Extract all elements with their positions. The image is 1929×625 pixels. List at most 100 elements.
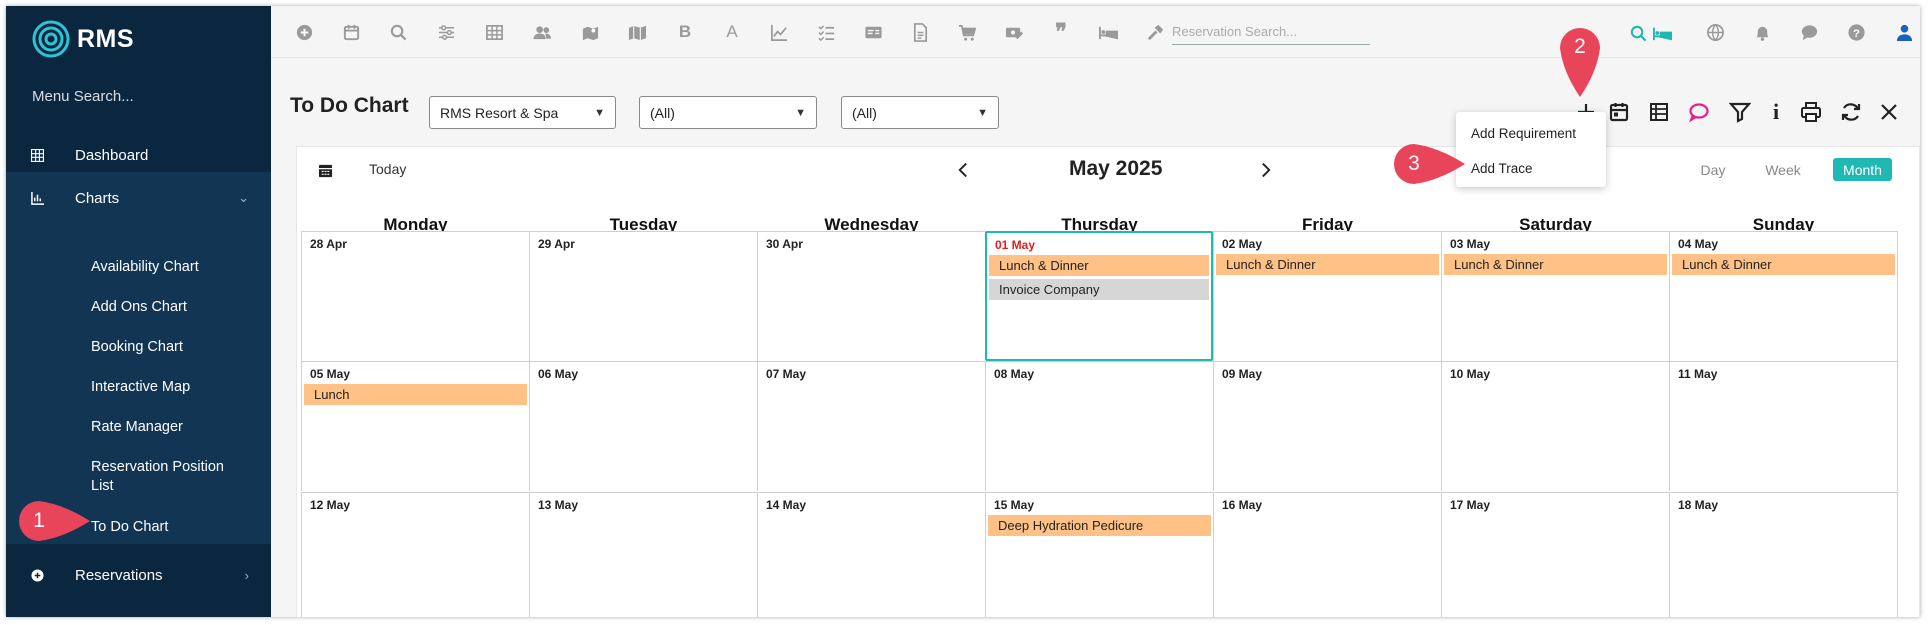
file-icon[interactable] (909, 21, 931, 43)
print-icon[interactable] (1798, 99, 1824, 125)
grid-icon[interactable] (483, 21, 505, 43)
plus-circle-icon[interactable] (293, 21, 315, 43)
bold-icon[interactable]: B (674, 21, 696, 43)
refresh-icon[interactable] (1838, 99, 1864, 125)
chart-icon (29, 190, 45, 206)
calendar-event[interactable]: Lunch & Dinner (989, 255, 1209, 276)
map-icon[interactable] (626, 21, 648, 43)
day-number: 16 May (1222, 498, 1263, 512)
calendar-day-cell[interactable]: 09 May (1213, 361, 1441, 491)
calendar-day-cell[interactable]: 13 May (529, 492, 757, 617)
checklist-icon[interactable] (815, 21, 837, 43)
day-number: 06 May (538, 367, 579, 381)
calendar-day-cell[interactable]: 08 May (985, 361, 1213, 491)
calendar-event[interactable]: Lunch & Dinner (1216, 254, 1439, 275)
chevron-down-icon: ▼ (795, 106, 806, 119)
day-number: 29 Apr (538, 237, 575, 251)
calendar-day-cell[interactable]: 28 Apr (301, 231, 529, 361)
callout-3-number: 3 (1408, 152, 1420, 175)
calendar-day-cell[interactable]: 02 May Lunch & Dinner (1213, 231, 1441, 361)
calendar-event[interactable]: Lunch (304, 384, 527, 405)
reservation-search-input[interactable]: Reservation Search... (1172, 21, 1370, 45)
comment-icon[interactable] (1686, 99, 1712, 125)
bed-search-icon[interactable] (1651, 22, 1673, 44)
cart-icon[interactable] (956, 21, 978, 43)
add-requirement-menu-item[interactable]: Add Requirement (1471, 126, 1576, 141)
quote-icon[interactable]: ❞ (1050, 19, 1072, 44)
bell-icon[interactable] (1751, 21, 1773, 43)
submenu-item-booking-chart[interactable]: Booking Chart (91, 338, 183, 357)
user-icon[interactable] (1893, 21, 1915, 43)
filter-select-1[interactable]: (All) ▼ (639, 96, 817, 129)
view-week-button[interactable]: Week (1760, 158, 1806, 181)
calendar-day-cell[interactable]: 12 May (301, 492, 529, 617)
chevron-right-icon[interactable] (1257, 158, 1275, 182)
calendar-day-cell[interactable]: 05 May Lunch (301, 361, 529, 491)
calendar-event[interactable]: Lunch & Dinner (1672, 254, 1895, 275)
calendar-day-cell[interactable]: 18 May (1669, 492, 1898, 617)
users-icon[interactable] (531, 21, 553, 43)
calendar-icon[interactable] (340, 21, 362, 43)
property-select[interactable]: RMS Resort & Spa ▼ (429, 96, 616, 129)
calendar-day-cell[interactable]: 17 May (1441, 492, 1669, 617)
search-icon[interactable] (1627, 22, 1649, 44)
id-card-icon[interactable] (862, 21, 884, 43)
day-number: 03 May (1450, 237, 1491, 251)
chat-icon[interactable] (1798, 21, 1820, 43)
globe-icon[interactable] (1704, 21, 1726, 43)
line-chart-icon[interactable] (768, 21, 790, 43)
submenu-item-availability-chart[interactable]: Availability Chart (91, 258, 199, 277)
submenu-item-interactive-map[interactable]: Interactive Map (91, 378, 190, 397)
hammer-icon[interactable] (1144, 21, 1166, 43)
sidebar-item-label: Dashboard (75, 146, 149, 164)
calendar-event[interactable]: Deep Hydration Pedicure (988, 515, 1211, 536)
add-trace-menu-item[interactable]: Add Trace (1471, 161, 1533, 176)
calendar-event[interactable]: Invoice Company (989, 279, 1209, 300)
calendar-icon[interactable] (1606, 99, 1632, 125)
menu-search-input[interactable]: Menu Search... (32, 88, 134, 105)
calendar-day-cell[interactable]: 10 May (1441, 361, 1669, 491)
chevron-right-icon: › (244, 567, 249, 583)
submenu-item-reservation-position-list[interactable]: Reservation Position List (91, 458, 241, 496)
view-month-button[interactable]: Month (1833, 158, 1892, 181)
calendar-icon[interactable] (318, 163, 334, 179)
font-icon[interactable]: A (721, 21, 743, 43)
money-icon[interactable] (1003, 21, 1025, 43)
rms-logo[interactable]: RMS (31, 19, 134, 59)
calendar-event[interactable]: Lunch & Dinner (1444, 254, 1667, 275)
close-icon[interactable] (1876, 99, 1902, 125)
map-marker-icon[interactable] (579, 21, 601, 43)
calendar-day-cell[interactable]: 15 May Deep Hydration Pedicure (985, 492, 1213, 617)
calendar-day-cell[interactable]: 14 May (757, 492, 985, 617)
submenu-item-to-do-chart[interactable]: To Do Chart (91, 518, 168, 537)
filter-select-2[interactable]: (All) ▼ (841, 96, 999, 129)
day-number: 30 Apr (766, 237, 803, 251)
chevron-left-icon[interactable] (954, 158, 972, 182)
view-day-button[interactable]: Day (1693, 158, 1733, 181)
calendar-day-cell[interactable]: 30 Apr (757, 231, 985, 361)
sidebar-item-charts[interactable]: Charts ⌄ (6, 172, 271, 224)
calendar-day-cell[interactable]: 16 May (1213, 492, 1441, 617)
filter-select-2-value: (All) (852, 104, 877, 121)
calendar-day-cell[interactable]: 07 May (757, 361, 985, 491)
filter-icon[interactable] (1727, 99, 1753, 125)
help-icon[interactable]: ? (1845, 21, 1867, 43)
calendar-day-cell[interactable]: 01 May Lunch & Dinner Invoice Company (985, 231, 1213, 361)
calendar-day-cell[interactable]: 04 May Lunch & Dinner (1669, 231, 1898, 361)
calendar-day-cell[interactable]: 06 May (529, 361, 757, 491)
day-number: 04 May (1678, 237, 1719, 251)
callout-3: 3 (1393, 143, 1465, 185)
list-icon[interactable] (1646, 99, 1672, 125)
calendar-day-cell[interactable]: 03 May Lunch & Dinner (1441, 231, 1669, 361)
search-icon[interactable] (387, 21, 409, 43)
calendar-day-cell[interactable]: 29 Apr (529, 231, 757, 361)
info-icon[interactable]: i (1763, 99, 1789, 125)
submenu-item-add-ons-chart[interactable]: Add Ons Chart (91, 298, 187, 317)
submenu-item-rate-manager[interactable]: Rate Manager (91, 418, 183, 437)
sliders-icon[interactable] (435, 21, 457, 43)
bed-icon[interactable] (1097, 21, 1119, 43)
today-button[interactable]: Today (369, 161, 406, 177)
sidebar-item-reservations[interactable]: Reservations › (6, 550, 271, 600)
day-number: 11 May (1678, 367, 1718, 381)
calendar-day-cell[interactable]: 11 May (1669, 361, 1898, 491)
